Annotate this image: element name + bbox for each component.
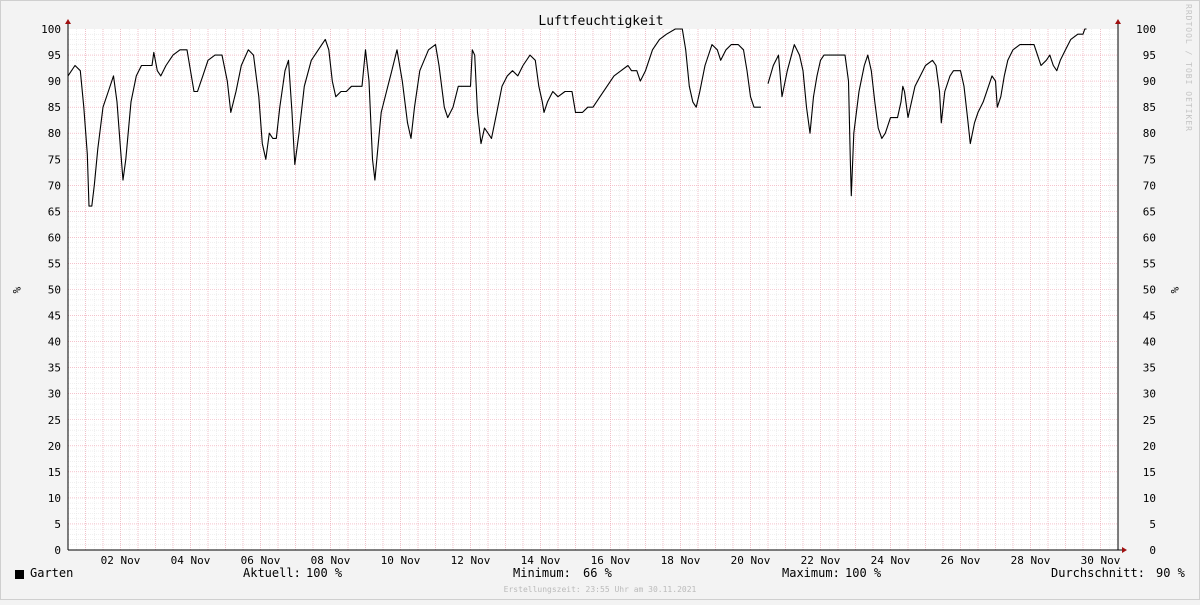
y-axis-arrow-left bbox=[65, 19, 71, 24]
y-tick-label-right: 50 bbox=[1143, 284, 1156, 297]
footer-timestamp: Erstellungszeit: 23:55 Uhr am 30.11.2021 bbox=[503, 585, 697, 594]
legend-max-label: Maximum: bbox=[782, 566, 840, 580]
y-tick-label-right: 85 bbox=[1143, 101, 1156, 114]
legend-max-value: 100 % bbox=[845, 566, 882, 580]
y-tick-label-left: 0 bbox=[54, 544, 61, 557]
y-tick-label-left: 90 bbox=[48, 75, 61, 88]
y-tick-label-right: 15 bbox=[1143, 466, 1156, 479]
y-tick-label-right: 30 bbox=[1143, 388, 1156, 401]
humidity-chart: Luftfeuchtigkeit % % 0 05 510 1015 1520 2025 2… bbox=[10, 14, 1181, 567]
y-tick-label-right: 5 bbox=[1149, 518, 1156, 531]
y-tick-label-right: 55 bbox=[1143, 257, 1156, 270]
legend-avg-value: 90 % bbox=[1156, 566, 1185, 580]
y-tick-label-right: 90 bbox=[1143, 75, 1156, 88]
y-tick-label-right: 80 bbox=[1143, 127, 1156, 140]
y-tick-label-right: 10 bbox=[1143, 492, 1156, 505]
y-tick-label-left: 50 bbox=[48, 284, 61, 297]
y-tick-label-right: 20 bbox=[1143, 440, 1156, 453]
legend-series-name: Garten bbox=[30, 566, 74, 580]
y-tick-label-right: 95 bbox=[1143, 49, 1156, 62]
y-tick-label-right: 40 bbox=[1143, 336, 1156, 349]
y-tick-label-right: 75 bbox=[1143, 153, 1156, 166]
y-tick-label-right: 35 bbox=[1143, 362, 1156, 375]
y-tick-label-left: 35 bbox=[48, 362, 61, 375]
y-axis-label-right: % bbox=[1168, 287, 1181, 294]
y-tick-label-right: 100 bbox=[1136, 23, 1156, 36]
legend-min-label: Minimum: bbox=[513, 566, 571, 580]
y-axis-label-left: % bbox=[10, 287, 23, 294]
y-tick-label-left: 65 bbox=[48, 205, 61, 218]
y-tick-label-right: 65 bbox=[1143, 205, 1156, 218]
y-tick-label-left: 70 bbox=[48, 179, 61, 192]
watermark: RRDTOOL / TOBI OETIKER bbox=[1184, 4, 1193, 132]
chart-frame: Luftfeuchtigkeit % % 0 0 5 5 10 10 15 15 20 20 25 2… bbox=[0, 0, 1200, 600]
legend-current-value: 100 % bbox=[306, 566, 343, 580]
legend-min-value: 66 % bbox=[583, 566, 612, 580]
y-tick-label-left: 30 bbox=[48, 388, 61, 401]
y-tick-label-left: 40 bbox=[48, 336, 61, 349]
legend-current-label: Aktuell: bbox=[243, 566, 301, 580]
x-axis-arrow bbox=[1122, 547, 1127, 553]
y-tick-label-left: 45 bbox=[48, 310, 61, 323]
legend-avg-label: Durchschnitt: bbox=[1051, 566, 1145, 580]
y-tick-label-left: 80 bbox=[48, 127, 61, 140]
y-tick-label-left: 20 bbox=[48, 440, 61, 453]
legend: Garten Aktuell: 100 % Minimum: 66 % Maxi… bbox=[0, 566, 1200, 586]
y-tick-label-left: 5 bbox=[54, 518, 61, 531]
y-tick-label-left: 25 bbox=[48, 414, 61, 427]
y-tick-label-right: 45 bbox=[1143, 310, 1156, 323]
y-tick-label-left: 60 bbox=[48, 231, 61, 244]
y-tick-label-right: 60 bbox=[1143, 231, 1156, 244]
y-tick-label-left: 55 bbox=[48, 257, 61, 270]
chart-title: Luftfeuchtigkeit bbox=[538, 14, 663, 29]
y-tick-label-right: 70 bbox=[1143, 179, 1156, 192]
y-axis-arrow-right bbox=[1115, 19, 1121, 24]
y-tick-label-right: 25 bbox=[1143, 414, 1156, 427]
y-tick-label-left: 75 bbox=[48, 153, 61, 166]
y-tick-label-left: 95 bbox=[48, 49, 61, 62]
y-tick-label-left: 100 bbox=[41, 23, 61, 36]
y-tick-label-right: 0 bbox=[1149, 544, 1156, 557]
y-tick-label-left: 85 bbox=[48, 101, 61, 114]
y-tick-label-left: 15 bbox=[48, 466, 61, 479]
y-tick-label-left: 10 bbox=[48, 492, 61, 505]
